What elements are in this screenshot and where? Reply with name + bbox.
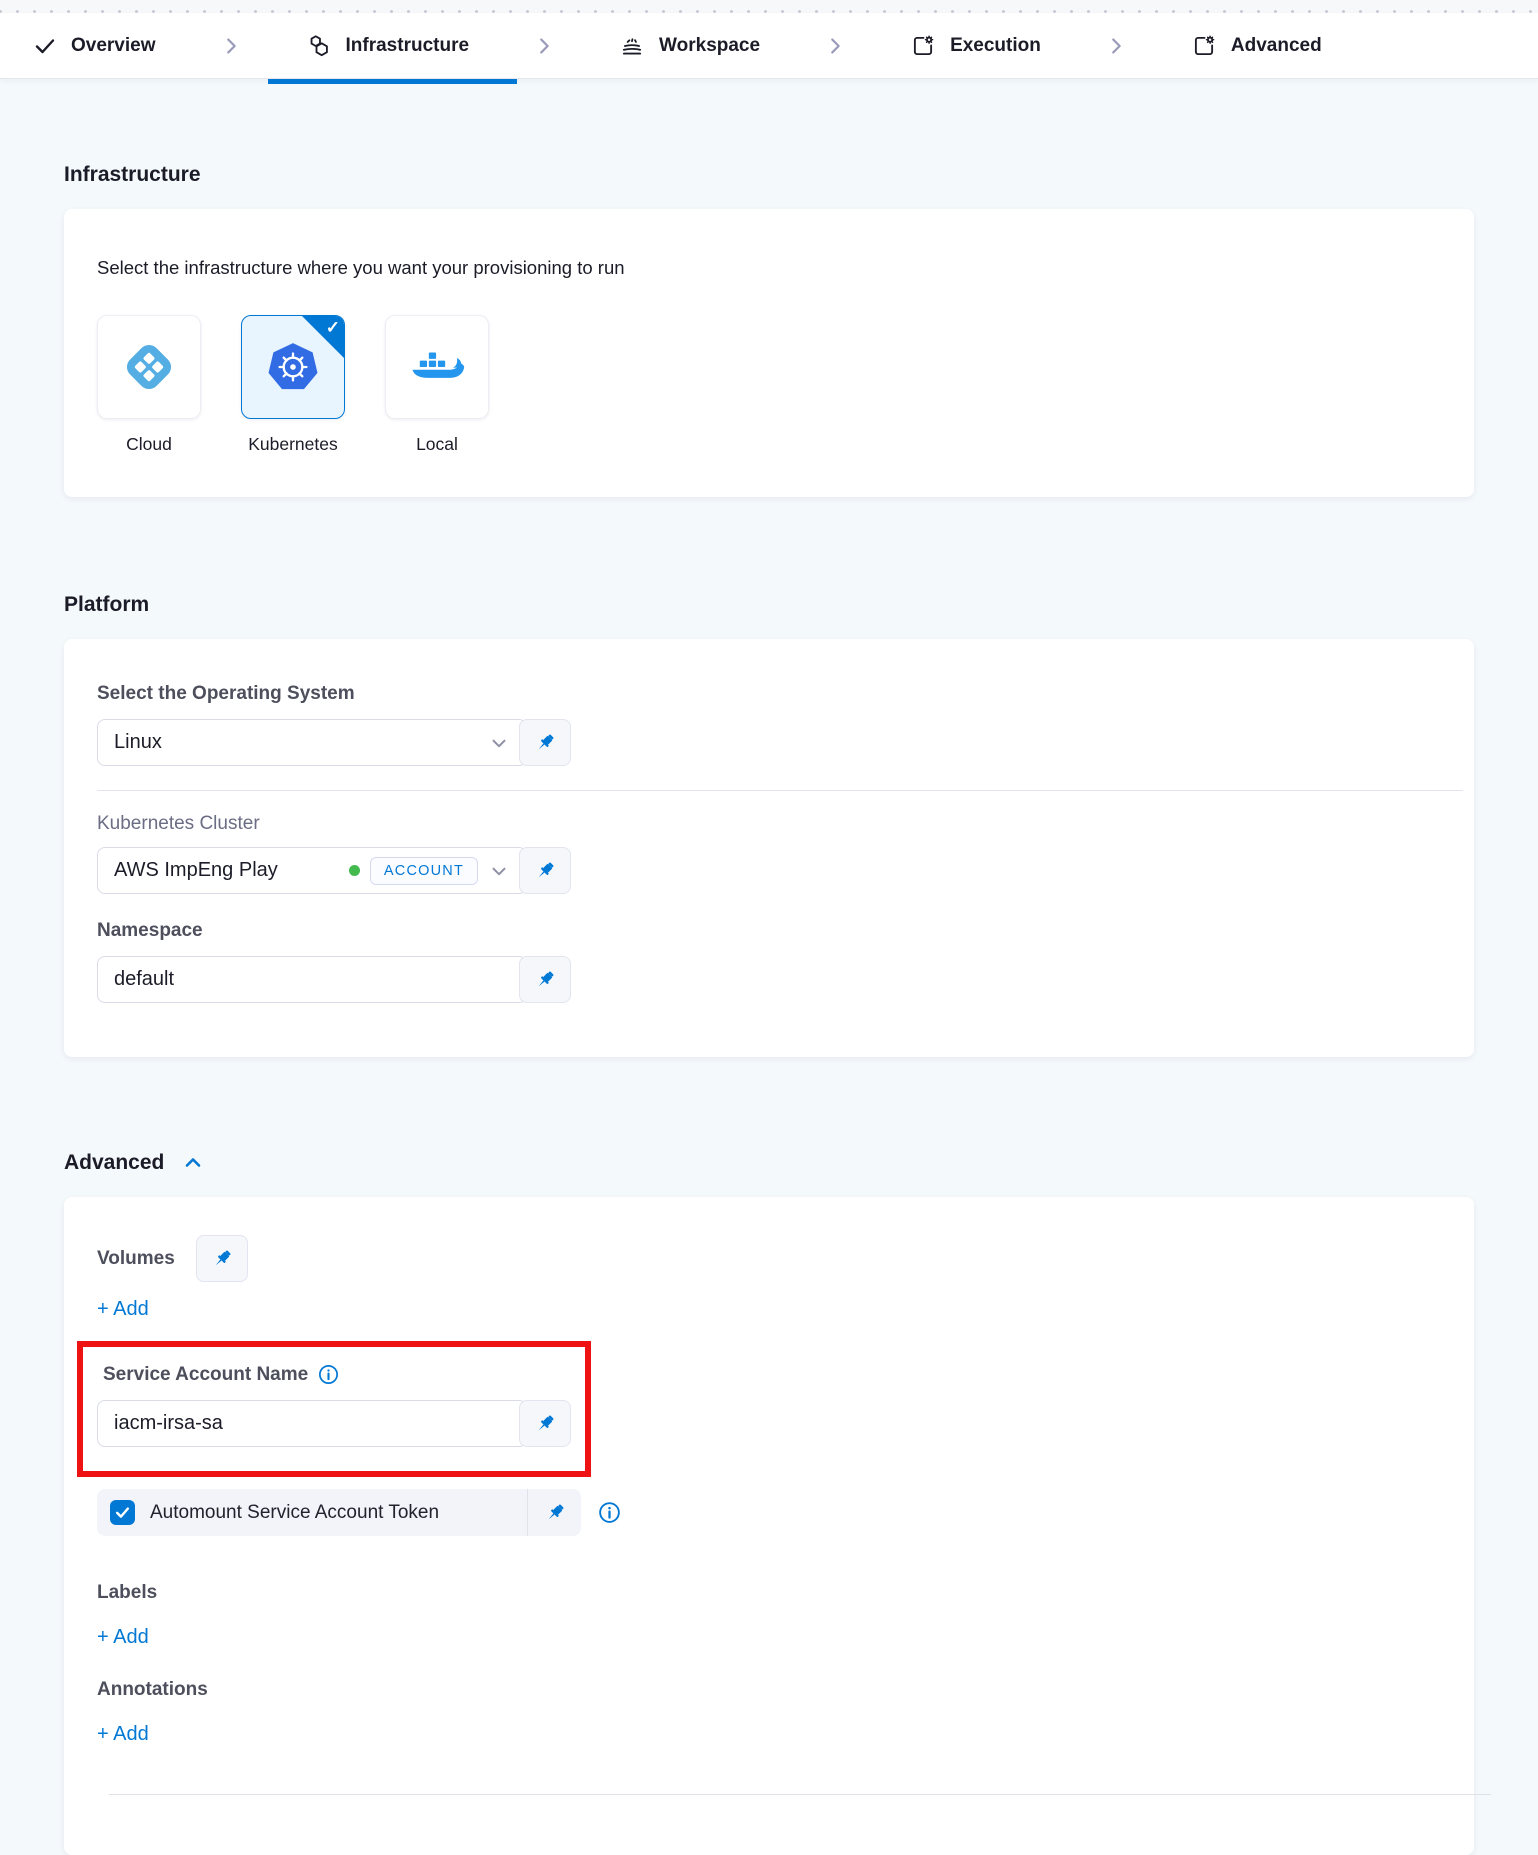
stack-icon xyxy=(619,33,645,59)
automount-pin-button[interactable] xyxy=(527,1489,581,1536)
tab-execution-label: Execution xyxy=(950,35,1041,57)
os-field-label: Select the Operating System xyxy=(97,683,1441,705)
infra-option-label: Kubernetes xyxy=(248,434,338,455)
platform-divider xyxy=(97,790,1463,791)
chevron-right-icon xyxy=(796,35,874,57)
pin-icon xyxy=(533,968,557,992)
add-label-link[interactable]: + Add xyxy=(97,1626,149,1649)
check-icon xyxy=(33,34,57,58)
tab-infrastructure-label: Infrastructure xyxy=(346,35,470,57)
namespace-pin-button[interactable] xyxy=(519,956,571,1003)
info-icon[interactable] xyxy=(317,1363,340,1386)
chevron-right-icon xyxy=(505,35,583,57)
infra-option-label: Cloud xyxy=(126,434,172,455)
tab-overview[interactable]: Overview xyxy=(0,13,192,78)
add-volume-link[interactable]: + Add xyxy=(97,1298,149,1321)
chevron-down-icon xyxy=(488,860,510,882)
wizard-tab-bar: Overview Infrastructure Workspace xyxy=(0,13,1538,79)
platform-section-heading: Platform xyxy=(64,593,1474,617)
frame-gear-icon xyxy=(910,33,936,59)
infrastructure-section-heading: Infrastructure xyxy=(64,163,1474,187)
namespace-field-label: Namespace xyxy=(97,920,1441,942)
docker-whale-icon xyxy=(408,344,466,390)
frame-gear-icon xyxy=(1191,33,1217,59)
hexagons-icon xyxy=(306,33,332,59)
platform-card: Select the Operating System Linux xyxy=(64,639,1474,1057)
info-icon[interactable] xyxy=(597,1500,622,1525)
tab-workspace[interactable]: Workspace xyxy=(583,13,796,78)
infrastructure-description: Select the infrastructure where you want… xyxy=(97,257,1441,279)
infrastructure-options: Cloud ✓ xyxy=(97,315,1441,455)
automount-toggle-box: Automount Service Account Token xyxy=(97,1489,581,1536)
automount-checkbox[interactable] xyxy=(110,1500,135,1525)
top-dotted-strip xyxy=(0,0,1538,13)
tab-infrastructure[interactable]: Infrastructure xyxy=(270,13,506,78)
advanced-card: Volumes + Add Service Account xyxy=(64,1197,1474,1855)
pin-icon xyxy=(533,859,557,883)
os-pin-button[interactable] xyxy=(519,719,571,766)
scope-badge: ACCOUNT xyxy=(370,857,478,885)
infra-option-label: Local xyxy=(416,434,458,455)
service-account-input[interactable] xyxy=(97,1400,527,1447)
pin-icon xyxy=(543,1501,567,1525)
chevron-down-icon xyxy=(488,732,510,754)
labels-field-label: Labels xyxy=(97,1582,1441,1604)
service-account-pin-button[interactable] xyxy=(519,1400,571,1447)
os-select[interactable]: Linux xyxy=(97,719,527,766)
cluster-select-value: AWS ImpEng Play xyxy=(114,859,278,882)
service-account-highlight-box: Service Account Name xyxy=(77,1341,591,1477)
add-annotation-link[interactable]: + Add xyxy=(97,1723,149,1746)
cloud-logo-icon xyxy=(121,339,177,395)
namespace-input[interactable] xyxy=(97,956,527,1003)
tab-execution[interactable]: Execution xyxy=(874,13,1077,78)
cluster-pin-button[interactable] xyxy=(519,847,571,894)
connector-status-dot xyxy=(349,865,360,876)
collapse-chevron-up-icon[interactable] xyxy=(181,1151,205,1175)
service-account-field-label: Service Account Name xyxy=(103,1363,577,1386)
automount-label: Automount Service Account Token xyxy=(150,1502,439,1524)
annotations-field-label: Annotations xyxy=(97,1679,1441,1701)
tab-workspace-label: Workspace xyxy=(659,35,760,57)
kubernetes-logo-icon xyxy=(265,339,321,395)
volumes-pin-button[interactable] xyxy=(196,1235,248,1282)
bottom-divider xyxy=(109,1794,1491,1795)
volumes-field-label: Volumes xyxy=(97,1248,175,1270)
tab-advanced-label: Advanced xyxy=(1231,35,1322,57)
os-select-value: Linux xyxy=(114,731,162,754)
tab-overview-label: Overview xyxy=(71,35,156,57)
chevron-right-icon xyxy=(1077,35,1155,57)
advanced-section-heading: Advanced xyxy=(64,1151,164,1175)
cluster-select[interactable]: AWS ImpEng Play ACCOUNT xyxy=(97,847,527,894)
pin-icon xyxy=(533,1412,557,1436)
tab-advanced[interactable]: Advanced xyxy=(1155,13,1358,78)
infra-option-local[interactable]: Local xyxy=(385,315,489,455)
pin-icon xyxy=(210,1247,234,1271)
cluster-field-label: Kubernetes Cluster xyxy=(97,813,1441,835)
pin-icon xyxy=(533,731,557,755)
chevron-right-icon xyxy=(192,35,270,57)
infra-option-kubernetes[interactable]: ✓ Kubernetes xyxy=(241,315,345,455)
infrastructure-card: Select the infrastructure where you want… xyxy=(64,209,1474,497)
selected-check-icon: ✓ xyxy=(326,318,340,338)
infra-option-cloud[interactable]: Cloud xyxy=(97,315,201,455)
